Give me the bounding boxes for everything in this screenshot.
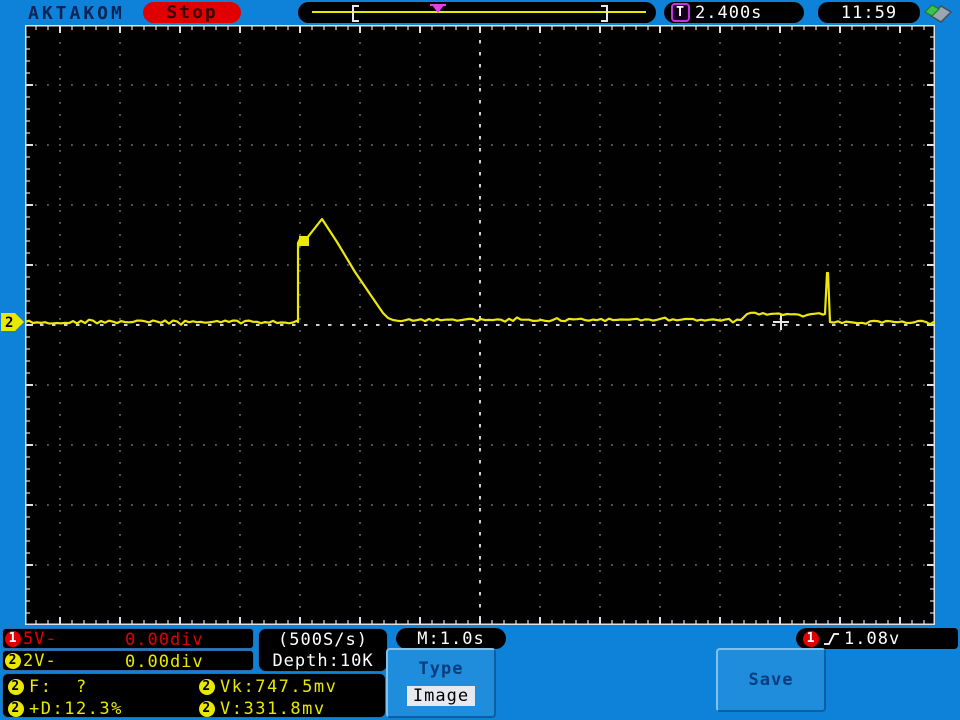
ch1-info-box: 1 5V- 0.00div [2, 628, 254, 650]
measurement-text: V:331.8mv [220, 699, 326, 719]
trigger-position-arrow-icon [432, 5, 444, 13]
measurement-text: Vk:747.5mv [220, 677, 338, 697]
meas-ch-badge: 2 [8, 701, 24, 717]
ch1-badge: 1 [5, 630, 21, 647]
trigger-ch-badge: 1 [803, 630, 819, 647]
sample-rate: (500S/s) [278, 630, 368, 650]
measurement-text: F: ? [29, 677, 88, 697]
memory-depth: Depth:10K [272, 651, 374, 671]
clock: 11:59 [818, 2, 920, 23]
ch2-ground-marker: 2 [1, 313, 24, 331]
measurements-box: 2 F: ? 2 Vk:747.5mv 2 +D:12.3% 2 V:331.8… [2, 673, 386, 719]
trigger-info-bar: 1 1.08v [796, 628, 958, 649]
save-label: Save [748, 670, 794, 690]
trigger-time-pill: T 2.400s [664, 2, 804, 23]
measurement-duty: 2 +D:12.3% [8, 699, 123, 719]
rising-edge-icon [824, 632, 839, 645]
acquisition-box: (500S/s) Depth:10K [258, 628, 388, 672]
type-button[interactable]: Type Image [386, 648, 496, 718]
trigger-time-value: 2.400s [695, 2, 763, 23]
run-state-badge: Stop [143, 2, 241, 23]
ch1-offset: 0.00div [125, 630, 204, 650]
horizontal-position-bar [298, 2, 656, 23]
oscilloscope-screen: AKTAKOM Stop T 2.400s 11:59 2 1 5V- 0.00… [0, 0, 960, 720]
type-label: Type [418, 659, 464, 679]
type-value[interactable]: Image [406, 686, 476, 706]
ch2-marker-number: 2 [5, 315, 13, 331]
timebase-pill: M:1.0s [396, 628, 506, 649]
record-length-line [312, 11, 646, 13]
usb-disk-icon [924, 4, 953, 23]
ch2-offset: 0.00div [125, 652, 204, 672]
measurement-vk: 2 Vk:747.5mv [199, 677, 337, 697]
waveform-display [25, 25, 935, 625]
window-bracket-right-icon [601, 5, 608, 22]
save-button[interactable]: Save [716, 648, 826, 712]
meas-ch-badge: 2 [199, 701, 215, 717]
measurement-v: 2 V:331.8mv [199, 699, 326, 719]
brand-logo: AKTAKOM [28, 3, 125, 24]
measurement-text: +D:12.3% [29, 699, 123, 719]
trigger-t-icon: T [671, 3, 690, 22]
meas-ch-badge: 2 [199, 679, 215, 695]
ch2-badge: 2 [5, 652, 21, 669]
ch2-info-box: 2 2V- 0.00div [2, 650, 254, 672]
measurement-frequency: 2 F: ? [8, 677, 88, 697]
trigger-level-value: 1.08v [844, 628, 901, 649]
meas-ch-badge: 2 [8, 679, 24, 695]
window-bracket-left-icon [352, 5, 359, 22]
ch2-scale: 2V- [23, 650, 57, 671]
ch1-scale: 5V- [23, 628, 57, 649]
